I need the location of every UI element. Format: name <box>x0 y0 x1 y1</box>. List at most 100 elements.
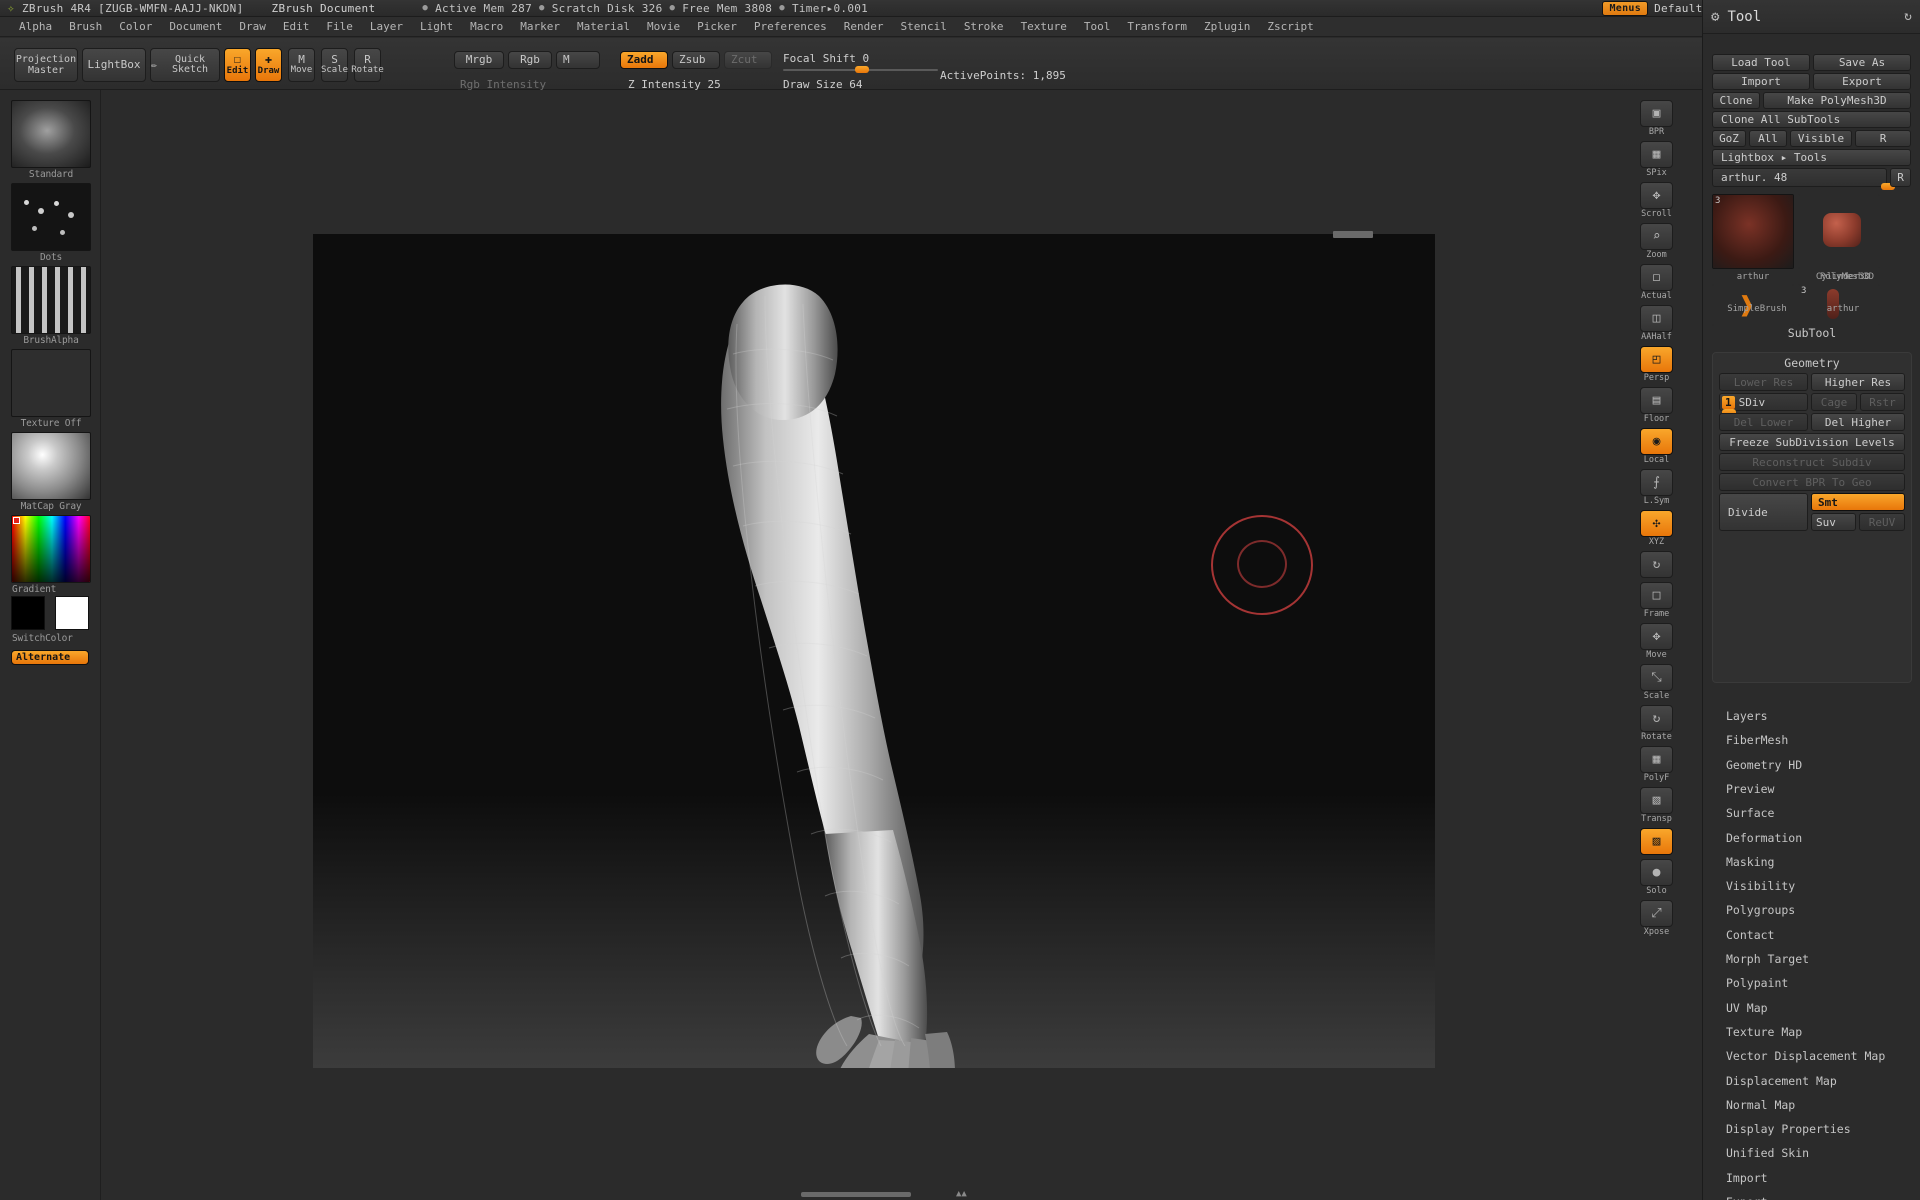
alpha-brush-icon[interactable] <box>11 266 91 334</box>
zadd-button[interactable]: Zadd <box>620 51 668 69</box>
tool-section-contact[interactable]: Contact <box>1713 925 1919 945</box>
bpr-render-icon[interactable]: ▣ <box>1640 100 1673 127</box>
reuv-button[interactable]: ReUV <box>1859 513 1905 531</box>
menu-item-file[interactable]: File <box>319 18 360 35</box>
tool-section-unified-skin[interactable]: Unified Skin <box>1713 1143 1919 1163</box>
smt-button[interactable]: Smt <box>1811 493 1905 511</box>
polyframe-icon[interactable]: ▦ <box>1640 746 1673 773</box>
main-color-swatch[interactable] <box>11 596 45 630</box>
menu-item-color[interactable]: Color <box>112 18 159 35</box>
lower-res-button[interactable]: Lower Res <box>1719 373 1808 391</box>
menu-item-draw[interactable]: Draw <box>232 18 273 35</box>
goz-r-button[interactable]: R <box>1855 130 1911 147</box>
material-matcap-icon[interactable] <box>11 432 91 500</box>
arm-model-render[interactable] <box>313 234 1435 1068</box>
floor-grid-icon[interactable]: ▤ <box>1640 387 1673 414</box>
goz-button[interactable]: GoZ <box>1712 130 1746 147</box>
tool-section-preview[interactable]: Preview <box>1713 779 1919 799</box>
stroke-dots-icon[interactable] <box>11 183 91 251</box>
brush-slot[interactable]: Standard <box>11 100 91 180</box>
clone-button[interactable]: Clone <box>1712 92 1760 109</box>
texture-off-icon[interactable] <box>11 349 91 417</box>
goz-all-button[interactable]: All <box>1749 130 1787 147</box>
move-button[interactable]: M Move <box>288 48 315 82</box>
alternate-slot[interactable]: Alternate <box>11 650 91 665</box>
spix-icon[interactable]: ▦ <box>1640 141 1673 168</box>
tool-section-deformation[interactable]: Deformation <box>1713 828 1919 848</box>
menu-item-alpha[interactable]: Alpha <box>12 18 59 35</box>
tool-section-polygroups[interactable]: Polygroups <box>1713 900 1919 920</box>
menu-item-texture[interactable]: Texture <box>1014 18 1074 35</box>
xyz-axis-icon[interactable]: ✣ <box>1640 510 1673 537</box>
zcut-button[interactable]: Zcut <box>724 51 772 69</box>
del-higher-button[interactable]: Del Higher <box>1811 413 1905 431</box>
reconstruct-subdiv-button[interactable]: Reconstruct Subdiv <box>1719 453 1905 471</box>
higher-res-button[interactable]: Higher Res <box>1811 373 1905 391</box>
menus-button[interactable]: Menus <box>1602 0 1649 16</box>
export-button[interactable]: Export <box>1813 73 1911 90</box>
mrgb-button[interactable]: Mrgb <box>454 51 504 69</box>
tool-thumb-cylinder-icon[interactable] <box>1798 194 1880 269</box>
geometry-section-title[interactable]: Geometry <box>1712 356 1912 370</box>
rotate-button[interactable]: R Rotate <box>351 48 384 82</box>
subtool-section-title[interactable]: SubTool <box>1712 326 1912 340</box>
scale-button[interactable]: S Scale <box>321 48 348 82</box>
convert-bpr-to-geo-button[interactable]: Convert BPR To Geo <box>1719 473 1905 491</box>
material-slot[interactable]: MatCap Gray <box>11 432 91 512</box>
switch-color-slot[interactable]: SwitchColor <box>11 596 91 644</box>
tool-section-export[interactable]: Export <box>1713 1192 1919 1200</box>
alpha-slot[interactable]: BrushAlpha <box>11 266 91 346</box>
draw-button[interactable]: ✚ Draw <box>255 48 282 82</box>
projection-master-button[interactable]: Projection Master <box>14 48 78 82</box>
brush-standard-icon[interactable] <box>11 100 91 168</box>
bottom-scroll-handle[interactable] <box>801 1192 911 1197</box>
alternate-button[interactable]: Alternate <box>11 650 89 665</box>
transpose-curve-icon[interactable]: ↻ <box>1640 551 1673 578</box>
tool-palette-refresh-icon[interactable]: ↻ <box>1904 9 1920 24</box>
cage-button[interactable]: Cage <box>1811 393 1857 411</box>
load-tool-button[interactable]: Load Tool <box>1712 54 1810 71</box>
rotate-nav-icon[interactable]: ↻ <box>1640 705 1673 732</box>
tool-section-morph-target[interactable]: Morph Target <box>1713 949 1919 969</box>
transparency-icon[interactable]: ▧ <box>1640 787 1673 814</box>
scale-nav-icon[interactable]: ⤡ <box>1640 664 1673 691</box>
menu-item-stroke[interactable]: Stroke <box>957 18 1011 35</box>
menu-item-layer[interactable]: Layer <box>363 18 410 35</box>
menu-item-zscript[interactable]: Zscript <box>1260 18 1320 35</box>
menu-item-zplugin[interactable]: Zplugin <box>1197 18 1257 35</box>
tool-section-vector-displacement-map[interactable]: Vector Displacement Map <box>1713 1046 1919 1066</box>
current-tool-name-slider[interactable]: arthur. 48 <box>1712 168 1887 187</box>
document-canvas[interactable] <box>313 231 1435 1068</box>
lightbox-button[interactable]: LightBox <box>82 48 146 82</box>
menu-item-light[interactable]: Light <box>413 18 460 35</box>
secondary-color-swatch[interactable] <box>55 596 89 630</box>
goz-visible-button[interactable]: Visible <box>1790 130 1852 147</box>
del-lower-button[interactable]: Del Lower <box>1719 413 1808 431</box>
menu-item-transform[interactable]: Transform <box>1120 18 1194 35</box>
tool-section-normal-map[interactable]: Normal Map <box>1713 1095 1919 1115</box>
tool-thumb-arthur-icon[interactable]: 3 <box>1712 194 1794 269</box>
scroll-icon[interactable]: ✥ <box>1640 182 1673 209</box>
menu-item-movie[interactable]: Movie <box>640 18 687 35</box>
switch-color-swatches[interactable] <box>11 596 91 632</box>
ghost-transp-icon[interactable]: ▨ <box>1640 828 1673 855</box>
focal-shift-slider-knob[interactable] <box>855 66 869 73</box>
menu-item-edit[interactable]: Edit <box>276 18 317 35</box>
texture-slot[interactable]: Texture Off <box>11 349 91 429</box>
quick-sketch-button[interactable]: ✏ Quick Sketch <box>150 48 220 82</box>
edit-button[interactable]: ☐ Edit <box>224 48 251 82</box>
menu-item-preferences[interactable]: Preferences <box>747 18 834 35</box>
rstr-button[interactable]: Rstr <box>1860 393 1905 411</box>
current-tool-r-button[interactable]: R <box>1890 168 1911 187</box>
tool-section-geometry-hd[interactable]: Geometry HD <box>1713 755 1919 775</box>
menu-item-brush[interactable]: Brush <box>62 18 109 35</box>
frame-icon[interactable]: □ <box>1640 582 1673 609</box>
zsub-button[interactable]: Zsub <box>672 51 720 69</box>
make-polymesh3d-button[interactable]: Make PolyMesh3D <box>1763 92 1911 109</box>
zoom-icon[interactable]: ⌕ <box>1640 223 1673 250</box>
tool-section-import[interactable]: Import <box>1713 1168 1919 1188</box>
freeze-subdivision-levels-button[interactable]: Freeze SubDivision Levels <box>1719 433 1905 451</box>
lightbox-tools-button[interactable]: Lightbox ▸ Tools <box>1712 149 1911 166</box>
divide-button[interactable]: Divide <box>1719 493 1808 531</box>
tool-section-masking[interactable]: Masking <box>1713 852 1919 872</box>
